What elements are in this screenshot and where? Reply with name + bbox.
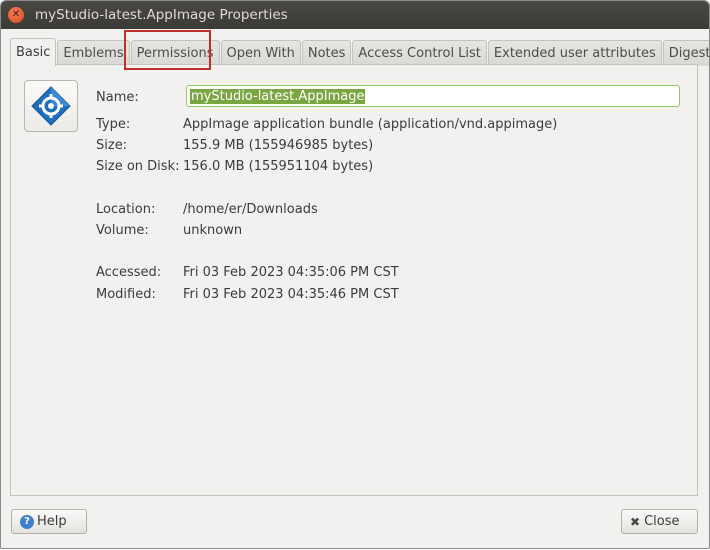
type-value: AppImage application bundle (application… [183, 116, 558, 132]
x-icon: ✖ [630, 514, 641, 529]
tab-notes[interactable]: Notes [301, 40, 352, 66]
appimage-gear-diamond-icon [31, 86, 71, 126]
window-title: myStudio-latest.AppImage Properties [35, 7, 288, 23]
size-on-disk-value: 156.0 MB (155951104 bytes) [183, 158, 374, 174]
tab-permissions[interactable]: Permissions [130, 40, 220, 66]
size-on-disk-row: Size on Disk: 156.0 MB (155951104 bytes) [96, 157, 373, 175]
volume-row: Volume: unknown [96, 221, 242, 239]
size-value: 155.9 MB (155946985 bytes) [183, 137, 374, 153]
name-field[interactable]: myStudio-latest.AppImage [186, 85, 680, 107]
tab-bar: Basic Emblems Permissions Open With Note… [10, 38, 709, 66]
modified-row: Modified: Fri 03 Feb 2023 04:35:46 PM CS… [96, 285, 399, 303]
title-bar: ✕ myStudio-latest.AppImage Properties [1, 1, 709, 29]
tab-basic[interactable]: Basic [10, 38, 57, 66]
tab-open-with[interactable]: Open With [220, 40, 301, 66]
type-label: Type: [96, 116, 131, 132]
accessed-value: Fri 03 Feb 2023 04:35:06 PM CST [183, 264, 399, 280]
help-icon: ? [20, 514, 34, 529]
modified-label: Modified: [96, 286, 156, 302]
tab-emblems[interactable]: Emblems [57, 40, 130, 66]
location-label: Location: [96, 201, 156, 217]
accessed-label: Accessed: [96, 264, 162, 280]
help-button-label: Help [37, 514, 67, 529]
tab-digests[interactable]: Digests [662, 40, 709, 66]
volume-value: unknown [183, 222, 243, 238]
location-value: /home/er/Downloads [183, 201, 318, 217]
type-row: Type: AppImage application bundle (appli… [96, 115, 557, 133]
volume-label: Volume: [96, 222, 149, 238]
name-row: Name: [96, 88, 183, 106]
name-field-value: myStudio-latest.AppImage [190, 88, 366, 104]
size-on-disk-label: Size on Disk: [96, 158, 180, 174]
modified-value: Fri 03 Feb 2023 04:35:46 PM CST [183, 286, 399, 302]
close-button-label: Close [644, 514, 680, 529]
name-label: Name: [96, 89, 139, 105]
tab-access-control-list[interactable]: Access Control List [352, 40, 487, 66]
accessed-row: Accessed: Fri 03 Feb 2023 04:35:06 PM CS… [96, 263, 399, 281]
window-close-icon[interactable]: ✕ [8, 7, 24, 23]
properties-window: ✕ myStudio-latest.AppImage Properties Ba… [0, 0, 710, 549]
close-button[interactable]: ✖ Close [621, 509, 698, 534]
location-row: Location: /home/er/Downloads [96, 200, 318, 218]
help-button[interactable]: ? Help [11, 509, 87, 534]
file-icon-button[interactable] [24, 80, 78, 132]
size-label: Size: [96, 137, 128, 153]
size-row: Size: 155.9 MB (155946985 bytes) [96, 136, 373, 154]
basic-panel: Name: myStudio-latest.AppImage Type: App… [10, 64, 698, 496]
tab-extended-user-attributes[interactable]: Extended user attributes [487, 40, 662, 66]
